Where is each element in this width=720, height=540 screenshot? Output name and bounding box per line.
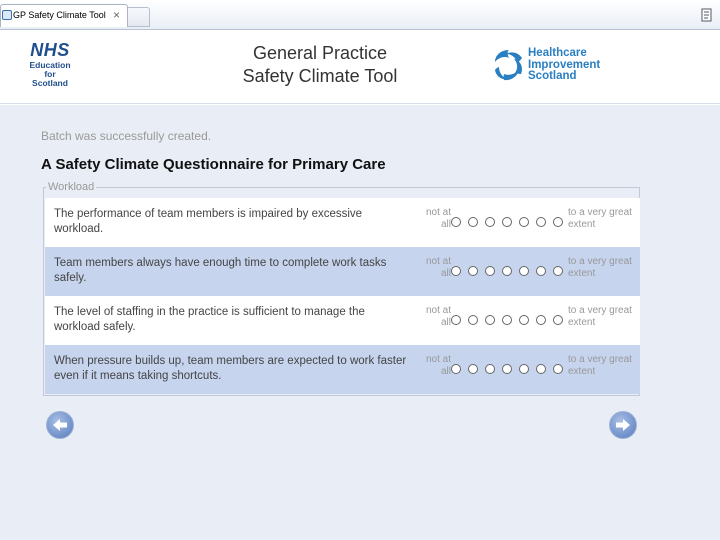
question-row: When pressure builds up, team members ar… <box>45 345 640 394</box>
app-title: General Practice Safety Climate Tool <box>225 42 415 88</box>
rating-radio-6[interactable] <box>536 217 546 227</box>
rating-radio-1[interactable] <box>451 315 461 325</box>
browser-tab[interactable]: GP Safety Climate Tool × <box>0 4 128 27</box>
page-title: A Safety Climate Questionnaire for Prima… <box>41 156 386 173</box>
rating-radio-2[interactable] <box>468 266 478 276</box>
question-row: Team members always have enough time to … <box>45 247 640 296</box>
rating-radio-6[interactable] <box>536 315 546 325</box>
scale-high-label: to a very great extent <box>568 354 632 377</box>
previous-page-button[interactable] <box>46 411 74 439</box>
nhs-logo-line: Scotland <box>32 78 68 88</box>
question-text: The level of staffing in the practice is… <box>54 306 365 333</box>
question-row: The performance of team members is impai… <box>45 198 640 247</box>
scale-high-label: to a very great extent <box>568 305 632 328</box>
rating-radio-2[interactable] <box>468 217 478 227</box>
rating-radio-4[interactable] <box>502 364 512 374</box>
tab-title: GP Safety Climate Tool <box>13 10 106 20</box>
workload-fieldset: Workload The performance of team members… <box>43 181 640 396</box>
scale-low-label: not at all <box>425 305 451 328</box>
rating-radio-3[interactable] <box>485 315 495 325</box>
page-favicon-icon <box>2 10 12 20</box>
app-title-line2: Safety Climate Tool <box>242 66 398 86</box>
his-logo-mark-icon <box>495 50 523 81</box>
question-text: Team members always have enough time to … <box>54 257 387 284</box>
close-tab-icon[interactable]: × <box>113 8 120 22</box>
rating-radio-3[interactable] <box>485 217 495 227</box>
rating-radio-4[interactable] <box>502 266 512 276</box>
healthcare-improvement-scotland-logo: Healthcare Improvement Scotland <box>492 46 622 86</box>
status-message: Batch was successfully created. <box>41 129 212 143</box>
scale-low-label: not at all <box>425 256 451 279</box>
app-title-line1: General Practice <box>252 43 388 63</box>
rating-radio-1[interactable] <box>451 217 461 227</box>
browser-tab-bar: GP Safety Climate Tool × <box>0 0 720 30</box>
question-text: When pressure builds up, team members ar… <box>54 355 407 382</box>
rating-radio-6[interactable] <box>536 364 546 374</box>
rating-radio-4[interactable] <box>502 315 512 325</box>
rating-radio-5[interactable] <box>519 266 529 276</box>
rating-radio-2[interactable] <box>468 364 478 374</box>
next-page-button[interactable] <box>609 411 637 439</box>
new-tab-button[interactable] <box>128 7 150 27</box>
arrow-right-icon <box>616 419 630 431</box>
rating-radio-3[interactable] <box>485 364 495 374</box>
nhs-education-scotland-logo: NHS Education for Scotland <box>24 40 76 88</box>
question-text: The performance of team members is impai… <box>54 208 363 235</box>
rating-radio-5[interactable] <box>519 217 529 227</box>
rating-radio-4[interactable] <box>502 217 512 227</box>
site-header: NHS Education for Scotland General Pract… <box>0 30 720 104</box>
main-content: Batch was successfully created. A Safety… <box>0 105 720 540</box>
his-logo-line: Scotland <box>528 70 577 82</box>
rating-radio-5[interactable] <box>519 315 529 325</box>
rating-radio-1[interactable] <box>451 364 461 374</box>
scale-low-label: not at all <box>425 354 451 377</box>
arrow-left-icon <box>53 419 67 431</box>
nhs-logo-mark: NHS <box>30 40 70 60</box>
rating-radio-7[interactable] <box>553 266 563 276</box>
question-row: The level of staffing in the practice is… <box>45 296 640 345</box>
rating-radio-7[interactable] <box>553 217 563 227</box>
fieldset-legend: Workload <box>46 181 97 193</box>
rating-radio-7[interactable] <box>553 364 563 374</box>
rating-radio-1[interactable] <box>451 266 461 276</box>
his-logo-text: Healthcare Improvement Scotland <box>528 47 600 83</box>
rating-radio-6[interactable] <box>536 266 546 276</box>
scale-high-label: to a very great extent <box>568 207 632 230</box>
scale-low-label: not at all <box>425 207 451 230</box>
rating-radio-3[interactable] <box>485 266 495 276</box>
page-menu-icon[interactable] <box>700 8 714 22</box>
rating-radio-2[interactable] <box>468 315 478 325</box>
scale-high-label: to a very great extent <box>568 256 632 279</box>
rating-radio-7[interactable] <box>553 315 563 325</box>
rating-radio-5[interactable] <box>519 364 529 374</box>
his-logo-line: Healthcare <box>528 47 587 59</box>
